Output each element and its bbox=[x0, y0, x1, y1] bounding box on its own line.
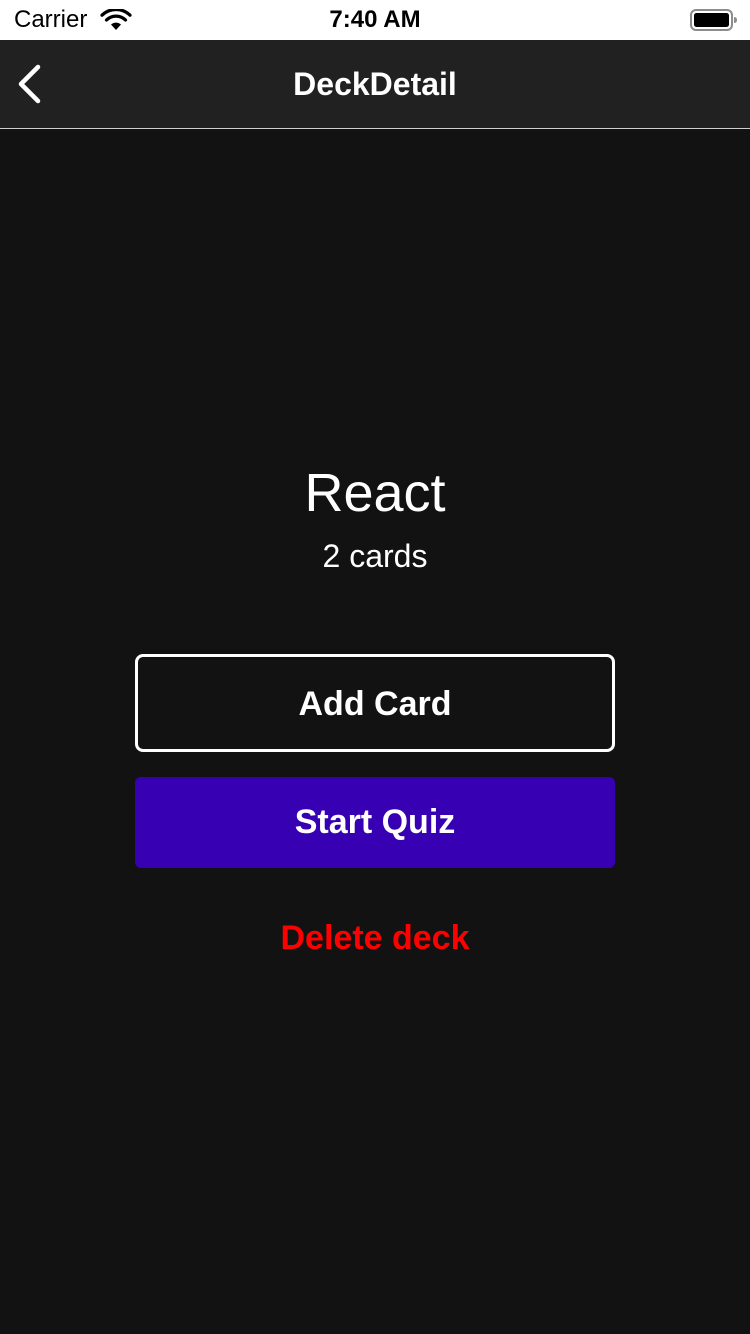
delete-deck-button[interactable]: Delete deck bbox=[0, 918, 750, 958]
page-title: DeckDetail bbox=[293, 66, 457, 102]
status-bar: Carrier 7:40 AM bbox=[0, 0, 750, 40]
navigation-bar: DeckDetail bbox=[0, 40, 750, 129]
battery-icon bbox=[690, 9, 737, 31]
add-card-button[interactable]: Add Card bbox=[135, 654, 615, 752]
deck-title: React bbox=[304, 463, 446, 523]
status-time: 7:40 AM bbox=[329, 6, 421, 33]
start-quiz-button[interactable]: Start Quiz bbox=[135, 777, 615, 868]
deck-card-count: 2 cards bbox=[322, 538, 428, 574]
